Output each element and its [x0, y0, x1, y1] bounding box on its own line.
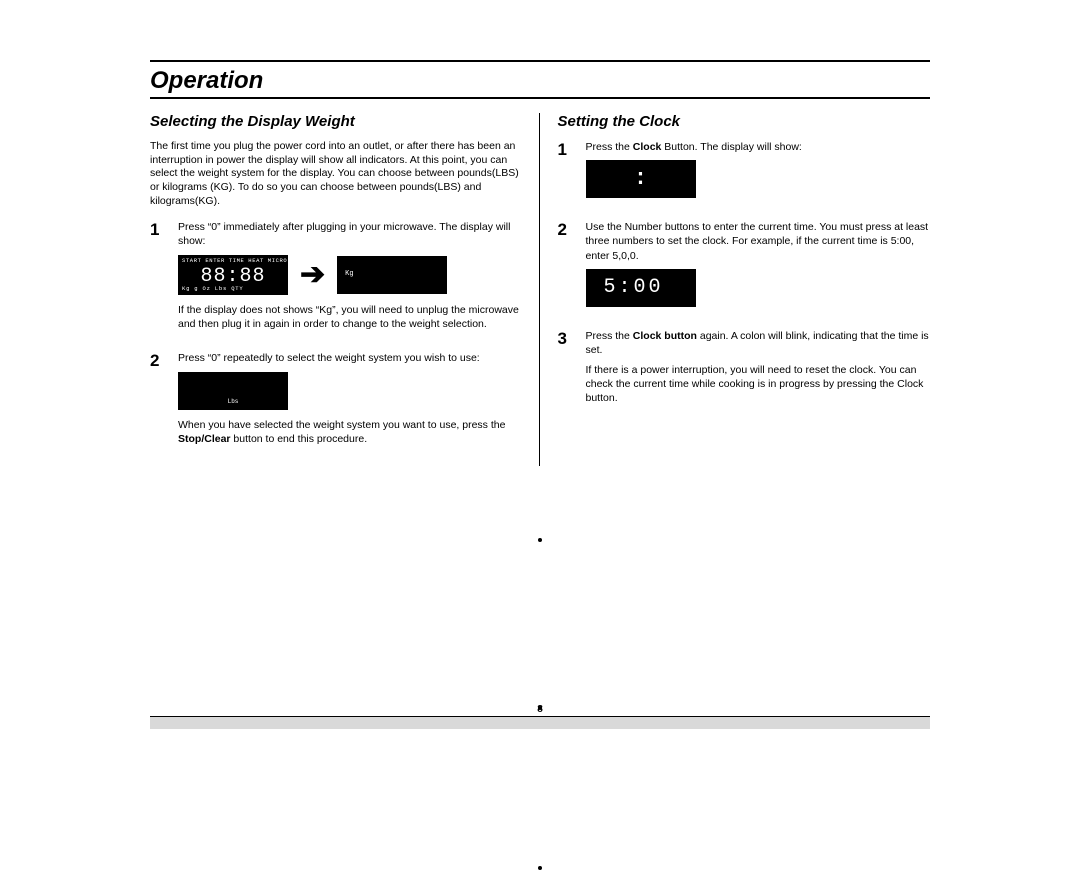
step-text: Use the Number buttons to enter the curr…	[586, 220, 931, 263]
after-post: button to end this procedure.	[231, 433, 368, 445]
step-number: 1	[558, 140, 572, 206]
step-number: 3	[558, 329, 572, 412]
page-number: 8	[0, 704, 1080, 715]
columns: Selecting the Display Weight The first t…	[150, 113, 930, 466]
dot-icon	[538, 866, 542, 870]
top-rule	[150, 60, 930, 62]
lcd-display-full: START ENTER TIME HEAT MICRO 88:88 Kg g O…	[178, 255, 288, 295]
step-body: Press the Clock button again. A colon wi…	[586, 329, 931, 412]
display-row: 5:00	[586, 269, 931, 307]
display-lbs-label: Lbs	[228, 398, 239, 406]
heading-setting-clock: Setting the Clock	[558, 113, 931, 130]
display-kg-label: Kg	[345, 270, 353, 279]
step-post: Button. The display will show:	[661, 141, 801, 153]
after-pre: When you have selected the weight system…	[178, 419, 505, 431]
column-right: Setting the Clock 1 Press the Clock Butt…	[558, 113, 931, 466]
step-body: Press “0” repeatedly to select the weigh…	[178, 351, 523, 452]
manual-page: Operation Selecting the Display Weight T…	[0, 0, 1080, 506]
display-time-500: 5:00	[604, 269, 664, 307]
step-body: Use the Number buttons to enter the curr…	[586, 220, 931, 315]
step-body: Press “0” immediately after plugging in …	[178, 220, 523, 337]
step-bold: Clock button	[633, 330, 697, 342]
step-pre: Press the	[586, 141, 633, 153]
step-after-text: If there is a power interruption, you wi…	[586, 363, 931, 406]
step-pre: Press the	[586, 330, 633, 342]
step-bold: Clock	[633, 141, 662, 153]
lcd-display-kg: Kg	[337, 256, 447, 294]
step-number: 2	[150, 351, 164, 452]
heading-display-weight: Selecting the Display Weight	[150, 113, 523, 130]
lcd-display-500: 5:00	[586, 269, 696, 307]
step-number: 2	[558, 220, 572, 315]
dot-icon	[538, 538, 542, 542]
step-left-2: 2 Press “0” repeatedly to select the wei…	[150, 351, 523, 452]
column-left: Selecting the Display Weight The first t…	[150, 113, 540, 466]
step-text: Press “0” immediately after plugging in …	[178, 220, 523, 248]
step-text: Press the Clock button again. A colon wi…	[586, 329, 931, 357]
step-number: 1	[150, 220, 164, 337]
lcd-display-lbs: Lbs	[178, 372, 288, 410]
intro-text: The first time you plug the power cord i…	[150, 140, 523, 208]
display-row: :	[586, 160, 802, 198]
display-colon: :	[586, 160, 696, 198]
display-row: START ENTER TIME HEAT MICRO 88:88 Kg g O…	[178, 255, 523, 296]
step-right-2: 2 Use the Number buttons to enter the cu…	[558, 220, 931, 315]
display-row: Lbs	[178, 372, 523, 410]
step-right-1: 1 Press the Clock Button. The display wi…	[558, 140, 931, 206]
step-after-text: When you have selected the weight system…	[178, 418, 523, 446]
step-left-1: 1 Press “0” immediately after plugging i…	[150, 220, 523, 337]
display-bottom-indicators: Kg g Oz Lbs QTY	[182, 285, 284, 292]
step-text: Press “0” repeatedly to select the weigh…	[178, 351, 523, 365]
step-right-3: 3 Press the Clock button again. A colon …	[558, 329, 931, 412]
step-body: Press the Clock Button. The display will…	[586, 140, 802, 206]
step-text: Press the Clock Button. The display will…	[586, 140, 802, 154]
lcd-display-colon: :	[586, 160, 696, 198]
footer-bar	[150, 716, 930, 729]
step-after-text: If the display does not shows “Kg”, you …	[178, 303, 523, 331]
after-bold: Stop/Clear	[178, 433, 231, 445]
arrow-icon: ➔	[300, 255, 325, 296]
page-title: Operation	[150, 64, 930, 99]
